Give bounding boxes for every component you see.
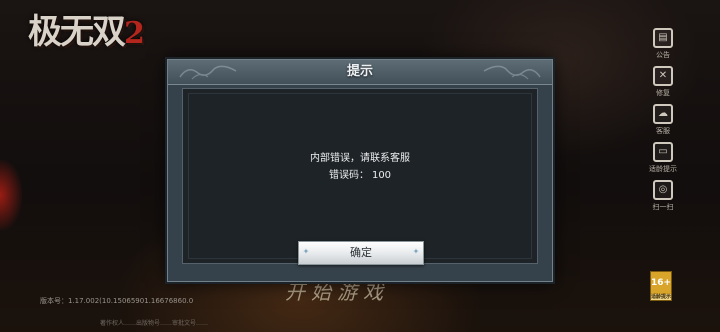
age-rating-badge[interactable]: 16+ 适龄提示: [650, 271, 672, 301]
side-item-repair[interactable]: ✕ 修复: [645, 66, 681, 104]
sparkle-icon: ✦: [412, 247, 420, 256]
sparkle-icon: ✦: [302, 247, 310, 256]
version-text: 版本号：1.17.002(10.15065901.16676860.0: [40, 297, 194, 305]
logo-number: 2: [124, 16, 145, 51]
age-rating-value: 16+: [651, 278, 672, 288]
side-item-label: 扫一扫: [652, 203, 674, 211]
game-logo: 极无双2: [28, 4, 168, 52]
confirm-button[interactable]: ✦ 确定 ✦: [298, 241, 424, 265]
footer-legal-text: 著作权人……出版物号……审批文号……: [100, 320, 209, 327]
error-code-label: 错误码：: [328, 170, 369, 181]
error-code-line: 错误码： 100: [183, 166, 537, 181]
error-message: 内部错误，请联系客服: [310, 153, 410, 164]
monitor-icon: ▭: [653, 142, 673, 162]
side-item-notice[interactable]: ▤ 公告: [645, 28, 681, 66]
confirm-button-label: 确定: [350, 246, 372, 259]
logo-text: 极无双: [28, 12, 126, 52]
age-rating-caption: 适龄提示: [651, 294, 672, 300]
side-menu: ▤ 公告 ✕ 修复 ☁ 客服 ▭ 适龄提示 ◎ 扫一扫: [645, 28, 681, 218]
error-code-value: 100: [371, 170, 392, 181]
cloud-icon: ☁: [653, 104, 673, 124]
side-item-label: 修复: [656, 89, 670, 97]
alert-dialog: 提示 内部错误，请联系客服 错误码： 100 ✦ 确定 ✦: [167, 59, 553, 282]
side-item-label: 公告: [656, 51, 670, 59]
swirl-icon: ◎: [653, 180, 673, 200]
dialog-title: 提示: [346, 64, 373, 79]
side-item-service[interactable]: ☁ 客服: [645, 104, 681, 142]
tools-icon: ✕: [653, 66, 673, 86]
dialog-header: 提示: [168, 60, 552, 85]
side-item-scan[interactable]: ◎ 扫一扫: [645, 180, 681, 218]
side-item-label: 适龄提示: [649, 165, 677, 173]
side-item-label: 客服: [656, 127, 670, 135]
dialog-body: 内部错误，请联系客服 错误码： 100: [182, 88, 538, 264]
side-item-age-notice[interactable]: ▭ 适龄提示: [645, 142, 681, 180]
background-red-ornament: [0, 160, 22, 230]
scroll-icon: ▤: [653, 28, 673, 48]
